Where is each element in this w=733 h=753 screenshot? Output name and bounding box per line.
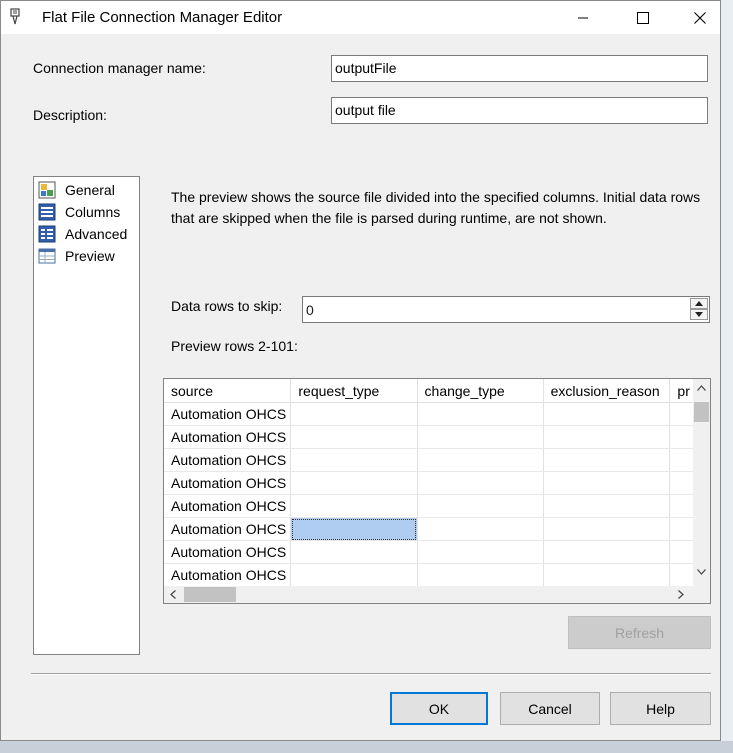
table-cell[interactable]: Automation OHCS bbox=[164, 448, 292, 472]
minimize-icon bbox=[578, 17, 588, 18]
table-row: Automation OHCS bbox=[164, 563, 710, 587]
selected-cell[interactable] bbox=[290, 517, 418, 541]
rows-to-skip-label: Data rows to skip: bbox=[171, 298, 283, 314]
preview-description: The preview shows the source file divide… bbox=[171, 189, 701, 226]
table-cell[interactable] bbox=[417, 425, 544, 449]
header-row: source request_type change_type exclusio… bbox=[164, 379, 710, 403]
column-header[interactable]: request_type bbox=[290, 379, 418, 403]
table-cell[interactable] bbox=[543, 471, 671, 495]
table-cell[interactable]: Automation OHCS bbox=[164, 402, 292, 426]
table-row: Automation OHCS bbox=[164, 471, 710, 495]
ok-button[interactable]: OK bbox=[390, 692, 488, 725]
scroll-right-icon[interactable] bbox=[678, 590, 684, 599]
table-row: Automation OHCS bbox=[164, 425, 710, 449]
close-icon bbox=[694, 11, 706, 24]
scroll-up-icon[interactable] bbox=[697, 385, 706, 391]
horizontal-scrollbar[interactable] bbox=[164, 586, 710, 603]
cancel-button[interactable]: Cancel bbox=[500, 692, 600, 725]
connection-name-label: Connection manager name: bbox=[33, 60, 206, 76]
table-cell[interactable] bbox=[543, 425, 671, 449]
window-title: Flat File Connection Manager Editor bbox=[42, 9, 283, 26]
table-cell[interactable]: Automation OHCS bbox=[164, 425, 292, 449]
table-row: Automation OHCS bbox=[164, 540, 710, 564]
scroll-left-icon[interactable] bbox=[170, 590, 176, 599]
stepper-down-button[interactable] bbox=[690, 309, 708, 320]
table-cell[interactable]: Automation OHCS bbox=[164, 540, 292, 564]
chevron-up-icon bbox=[695, 301, 703, 306]
preview-grid[interactable]: source request_type change_type exclusio… bbox=[163, 378, 711, 604]
columns-icon bbox=[38, 203, 56, 221]
stepper-up-button[interactable] bbox=[690, 298, 708, 309]
nav-item-label: Preview bbox=[65, 248, 115, 264]
table-cell[interactable]: Automation OHCS bbox=[164, 471, 292, 495]
background-taskbar bbox=[0, 741, 733, 753]
table-cell[interactable] bbox=[543, 448, 671, 472]
table-row: Automation OHCS bbox=[164, 517, 710, 541]
nav-item-label: Columns bbox=[65, 204, 121, 220]
table-cell[interactable] bbox=[543, 402, 671, 426]
table-cell[interactable] bbox=[543, 494, 671, 518]
maximize-icon bbox=[637, 11, 649, 24]
title-bar[interactable]: Flat File Connection Manager Editor bbox=[1, 1, 720, 34]
help-button[interactable]: Help bbox=[610, 692, 711, 725]
table-row: Automation OHCS bbox=[164, 448, 710, 472]
nav-item-label: Advanced bbox=[65, 226, 128, 242]
table-cell[interactable] bbox=[290, 402, 418, 426]
refresh-button[interactable]: Refresh bbox=[568, 616, 711, 649]
table-cell[interactable] bbox=[417, 517, 544, 541]
table-cell[interactable] bbox=[290, 494, 418, 518]
table-cell[interactable] bbox=[417, 448, 544, 472]
table-cell[interactable] bbox=[417, 563, 544, 587]
table-row: Automation OHCS bbox=[164, 494, 710, 518]
table-cell[interactable] bbox=[290, 448, 418, 472]
connection-name-input[interactable]: outputFile bbox=[331, 55, 708, 82]
horizontal-scroll-thumb[interactable] bbox=[184, 587, 236, 602]
general-icon bbox=[38, 181, 56, 199]
table-cell[interactable] bbox=[290, 563, 418, 587]
nav-item-general[interactable]: General bbox=[38, 179, 115, 201]
column-header[interactable]: exclusion_reason bbox=[543, 379, 671, 403]
table-cell[interactable] bbox=[543, 517, 671, 541]
table-cell[interactable] bbox=[543, 563, 671, 587]
close-button[interactable] bbox=[677, 1, 723, 34]
nav-item-columns[interactable]: Columns bbox=[38, 201, 120, 223]
minimize-button[interactable] bbox=[560, 1, 606, 34]
preview-icon bbox=[38, 248, 56, 264]
table-cell[interactable] bbox=[417, 540, 544, 564]
scroll-down-icon[interactable] bbox=[697, 569, 706, 575]
description-label: Description: bbox=[33, 107, 107, 123]
app-icon bbox=[10, 8, 20, 25]
table-cell[interactable] bbox=[543, 540, 671, 564]
table-cell[interactable]: Automation OHCS bbox=[164, 494, 292, 518]
table-cell[interactable] bbox=[290, 425, 418, 449]
dialog-window: Flat File Connection Manager Editor Conn… bbox=[0, 0, 721, 741]
table-cell[interactable] bbox=[417, 402, 544, 426]
column-header[interactable]: source bbox=[164, 379, 292, 403]
preview-table: source request_type change_type exclusio… bbox=[164, 379, 710, 587]
chevron-down-icon bbox=[695, 312, 703, 317]
description-input[interactable]: output file bbox=[331, 97, 708, 124]
column-header[interactable]: change_type bbox=[417, 379, 544, 403]
nav-panel: General Columns Advanced Preview bbox=[33, 176, 140, 655]
preview-rows-label: Preview rows 2-101: bbox=[171, 338, 298, 354]
divider bbox=[31, 673, 711, 675]
advanced-icon bbox=[38, 225, 56, 243]
vertical-scrollbar[interactable] bbox=[693, 379, 710, 586]
table-cell[interactable] bbox=[290, 471, 418, 495]
vertical-scroll-thumb[interactable] bbox=[694, 402, 709, 422]
table-cell[interactable] bbox=[417, 471, 544, 495]
table-cell[interactable] bbox=[417, 494, 544, 518]
table-cell[interactable] bbox=[290, 540, 418, 564]
table-row: Automation OHCS bbox=[164, 402, 710, 426]
table-cell[interactable]: Automation OHCS bbox=[164, 517, 292, 541]
rows-to-skip-stepper[interactable]: 0 bbox=[302, 296, 710, 323]
rows-to-skip-value[interactable]: 0 bbox=[306, 302, 314, 318]
nav-item-preview[interactable]: Preview bbox=[38, 245, 115, 267]
nav-item-label: General bbox=[65, 182, 115, 198]
maximize-button[interactable] bbox=[620, 1, 666, 34]
nav-item-advanced[interactable]: Advanced bbox=[38, 223, 127, 245]
table-cell[interactable]: Automation OHCS bbox=[164, 563, 292, 587]
